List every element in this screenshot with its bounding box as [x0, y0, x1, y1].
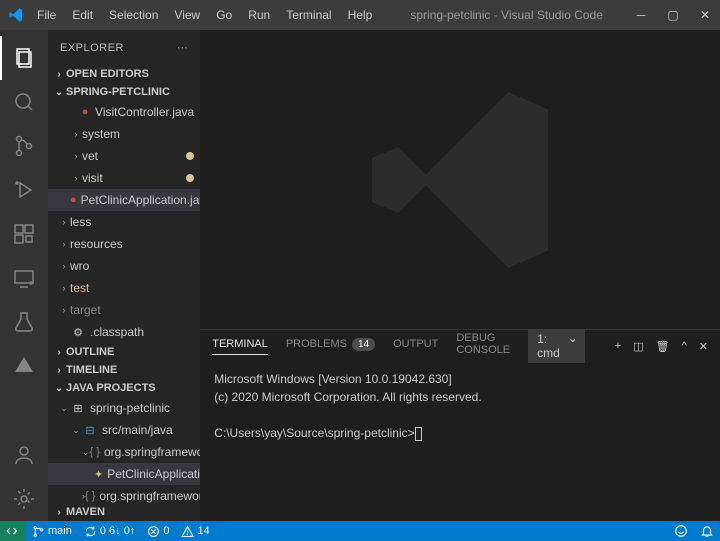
- section-timeline[interactable]: ›TIMELINE: [48, 361, 200, 379]
- menu-view[interactable]: View: [167, 4, 207, 26]
- tab-debug-console[interactable]: DEBUG CONSOLE: [456, 332, 510, 360]
- activity-testing-icon[interactable]: [0, 300, 48, 344]
- activity-bar: [0, 30, 48, 521]
- file-item[interactable]: ›less: [48, 211, 200, 233]
- file-item[interactable]: ›resources: [48, 233, 200, 255]
- activity-extensions-icon[interactable]: [0, 212, 48, 256]
- close-panel-icon[interactable]: ✕: [699, 340, 708, 353]
- section-outline[interactable]: ›OUTLINE: [48, 343, 200, 361]
- java-item[interactable]: ⌄⊟src/main/java: [48, 419, 200, 441]
- activity-java-icon[interactable]: [0, 344, 48, 388]
- java-item[interactable]: ⌄⊞spring-petclinic: [48, 397, 200, 419]
- section-java-projects[interactable]: ⌄JAVA PROJECTS: [48, 379, 200, 397]
- java-item[interactable]: ⌄{ }org.springframework.sample...: [48, 441, 200, 463]
- menu-help[interactable]: Help: [341, 4, 380, 26]
- file-item[interactable]: ●PetClinicApplication.java: [48, 189, 200, 211]
- status-warnings[interactable]: 14: [175, 525, 215, 538]
- new-terminal-icon[interactable]: +: [615, 340, 621, 353]
- status-feedback-icon[interactable]: [668, 524, 694, 538]
- menu-run[interactable]: Run: [241, 4, 277, 26]
- window-controls: ─ ▢ ✕: [634, 8, 712, 22]
- problems-badge: 14: [352, 338, 375, 351]
- minimize-button[interactable]: ─: [634, 8, 648, 22]
- window-title: spring-petclinic - Visual Studio Code: [379, 8, 634, 22]
- file-item[interactable]: ›target: [48, 299, 200, 321]
- menu-go[interactable]: Go: [209, 4, 239, 26]
- status-sync[interactable]: 0 6↓ 0↑: [78, 525, 141, 538]
- terminal-body[interactable]: Microsoft Windows [Version 10.0.19042.63…: [200, 362, 720, 521]
- file-tree: ●VisitController.java›system›vet›visit●P…: [48, 101, 200, 343]
- section-project[interactable]: ⌄SPRING-PETCLINIC: [48, 83, 200, 101]
- tab-output[interactable]: OUTPUT: [393, 338, 438, 354]
- menu-bar: FileEditSelectionViewGoRunTerminalHelp: [30, 4, 379, 26]
- menu-selection[interactable]: Selection: [102, 4, 165, 26]
- split-terminal-icon[interactable]: ◫: [633, 340, 643, 353]
- menu-terminal[interactable]: Terminal: [279, 4, 338, 26]
- file-item[interactable]: ●VisitController.java: [48, 101, 200, 123]
- sidebar-header: EXPLORER ⋯: [48, 30, 200, 65]
- activity-debug-icon[interactable]: [0, 168, 48, 212]
- activity-remote-icon[interactable]: [0, 256, 48, 300]
- file-item[interactable]: ›test: [48, 277, 200, 299]
- status-errors[interactable]: 0: [141, 525, 175, 538]
- status-remote-icon[interactable]: [0, 521, 26, 541]
- section-open-editors[interactable]: ›OPEN EDITORS: [48, 65, 200, 83]
- file-item[interactable]: ›wro: [48, 255, 200, 277]
- editor-empty-state: [200, 30, 720, 329]
- activity-explorer-icon[interactable]: [0, 36, 48, 80]
- explorer-label: EXPLORER: [60, 42, 124, 54]
- activity-settings-icon[interactable]: [0, 477, 48, 521]
- menu-file[interactable]: File: [30, 4, 63, 26]
- java-item[interactable]: ›{ }org.springframework.sample...: [48, 485, 200, 503]
- activity-scm-icon[interactable]: [0, 124, 48, 168]
- status-notifications-icon[interactable]: [694, 524, 720, 538]
- bottom-panel: TERMINAL PROBLEMS14 OUTPUT DEBUG CONSOLE…: [200, 329, 720, 521]
- kill-terminal-icon[interactable]: 🗑: [656, 340, 670, 353]
- vscode-watermark-icon: [350, 70, 570, 290]
- explorer-actions-icon[interactable]: ⋯: [177, 41, 189, 54]
- file-item[interactable]: ›visit: [48, 167, 200, 189]
- statusbar: main 0 6↓ 0↑ 0 14: [0, 521, 720, 541]
- maximize-panel-icon[interactable]: ^: [682, 340, 687, 353]
- file-item[interactable]: ›system: [48, 123, 200, 145]
- activity-search-icon[interactable]: [0, 80, 48, 124]
- section-maven[interactable]: ›MAVEN: [48, 503, 200, 521]
- java-item[interactable]: ✦PetClinicApplication: [48, 463, 200, 485]
- status-branch[interactable]: main: [26, 525, 78, 538]
- activity-account-icon[interactable]: [0, 433, 48, 477]
- titlebar: FileEditSelectionViewGoRunTerminalHelp s…: [0, 0, 720, 30]
- maximize-button[interactable]: ▢: [666, 8, 680, 22]
- vscode-logo-icon: [8, 7, 24, 23]
- tab-problems[interactable]: PROBLEMS14: [286, 338, 375, 355]
- terminal-selector[interactable]: 1: cmd: [528, 329, 585, 363]
- panel-tabs: TERMINAL PROBLEMS14 OUTPUT DEBUG CONSOLE…: [200, 330, 720, 362]
- menu-edit[interactable]: Edit: [65, 4, 100, 26]
- editor-area: TERMINAL PROBLEMS14 OUTPUT DEBUG CONSOLE…: [200, 30, 720, 521]
- panel-actions: + ◫ 🗑 ^ ✕: [615, 340, 708, 353]
- file-item[interactable]: ›vet: [48, 145, 200, 167]
- file-item[interactable]: ⚙.classpath: [48, 321, 200, 343]
- sidebar: EXPLORER ⋯ ›OPEN EDITORS ⌄SPRING-PETCLIN…: [48, 30, 200, 521]
- tab-terminal[interactable]: TERMINAL: [212, 338, 268, 355]
- java-tree: ⌄⊞spring-petclinic⌄⊟src/main/java⌄{ }org…: [48, 397, 200, 503]
- close-button[interactable]: ✕: [698, 8, 712, 22]
